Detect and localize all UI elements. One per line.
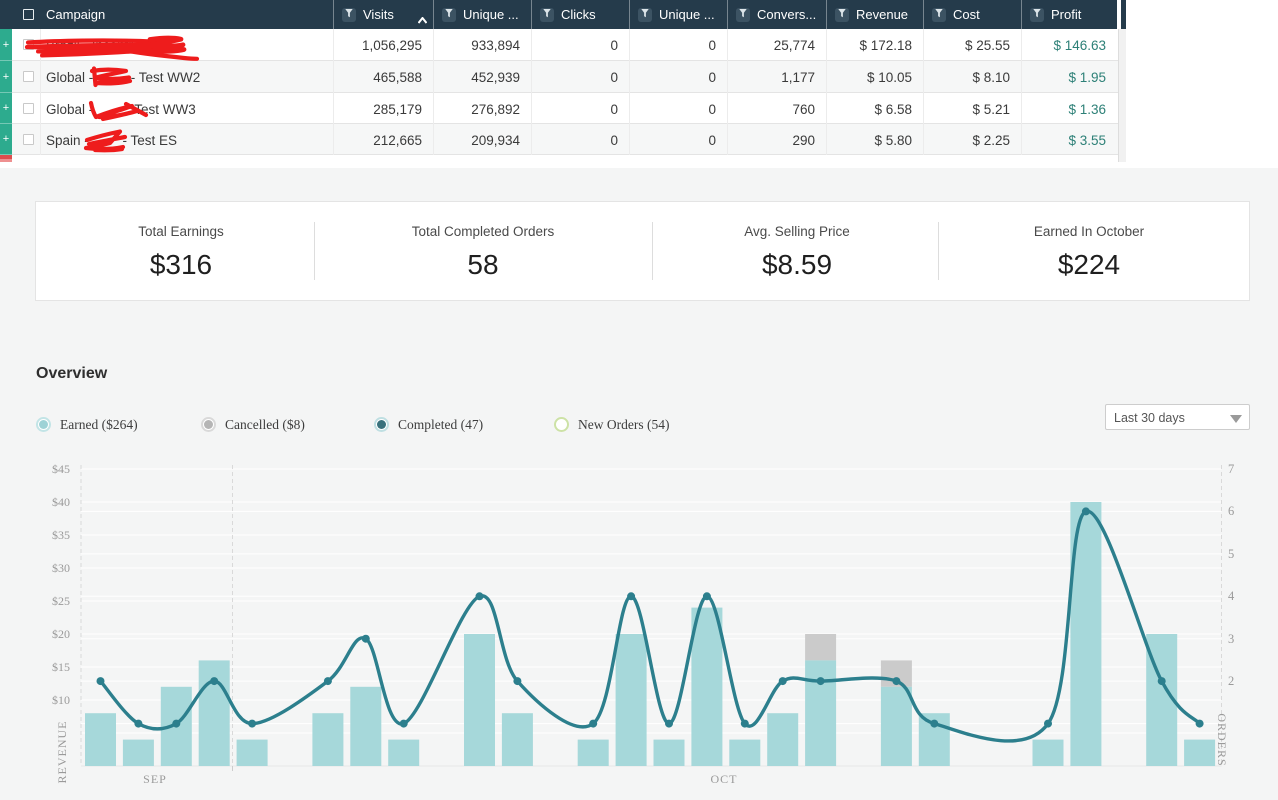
svg-text:$10: $10 [52,693,70,707]
svg-text:$35: $35 [52,528,70,542]
svg-text:$45: $45 [52,462,70,476]
svg-text:OCT: OCT [711,772,738,786]
svg-text:5: 5 [1228,547,1234,561]
svg-text:$15: $15 [52,660,70,674]
svg-text:ORDERS: ORDERS [1215,713,1229,766]
svg-text:$25: $25 [52,594,70,608]
svg-text:$20: $20 [52,627,70,641]
svg-text:4: 4 [1228,589,1235,603]
svg-text:7: 7 [1228,462,1234,476]
svg-text:$40: $40 [52,495,70,509]
svg-text:3: 3 [1228,632,1234,646]
svg-text:6: 6 [1228,504,1234,518]
svg-text:REVENUE: REVENUE [55,721,69,784]
svg-text:2: 2 [1228,674,1234,688]
svg-text:SEP: SEP [143,772,167,786]
svg-text:$30: $30 [52,561,70,575]
